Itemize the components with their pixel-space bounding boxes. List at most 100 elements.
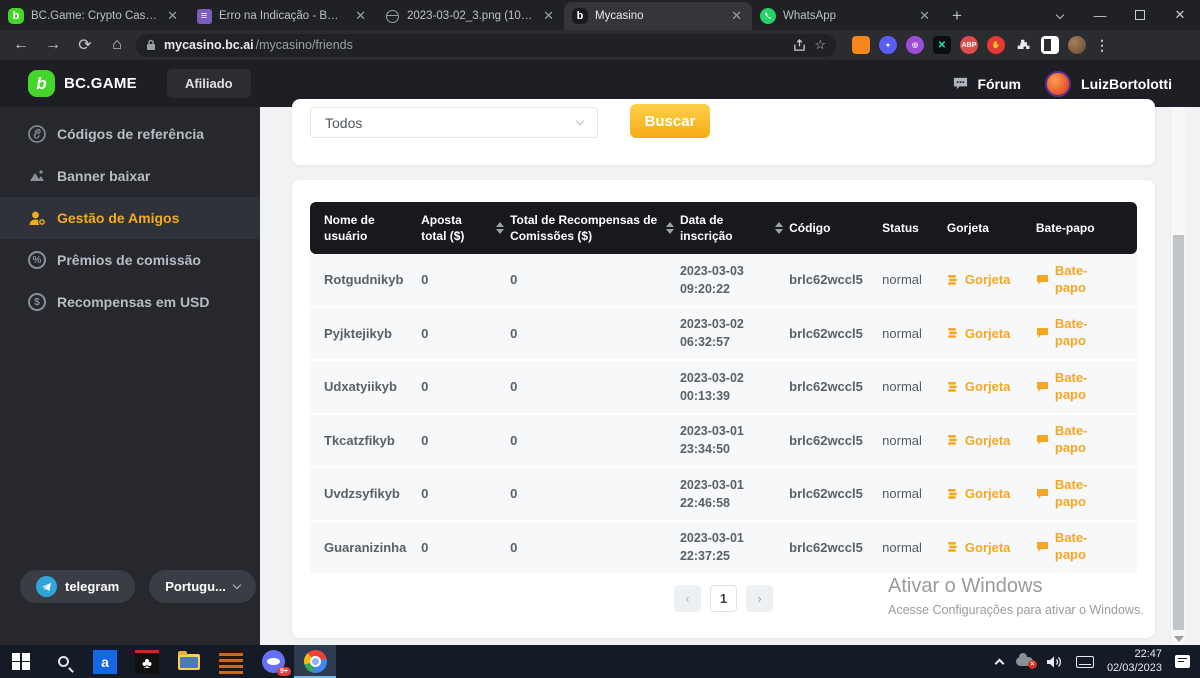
puzzle-icon[interactable] (1014, 36, 1032, 54)
sort-icon[interactable] (496, 222, 504, 234)
extensions-row: ● ◎ ✕ ABP ✋ ⋮ (852, 36, 1109, 54)
discord-icon[interactable]: 9+ (252, 645, 294, 678)
tip-button[interactable]: Gorjeta (947, 540, 1036, 555)
tip-button[interactable]: Gorjeta (947, 272, 1036, 287)
page-scrollbar[interactable] (1170, 107, 1185, 645)
close-tab-icon[interactable]: ✕ (353, 8, 368, 24)
reload-icon[interactable]: ⟳ (72, 32, 98, 58)
tab-mycasino-active[interactable]: b Mycasino ✕ (564, 2, 752, 30)
ghost-icon[interactable]: ● (879, 36, 897, 54)
sidebar-icon[interactable] (1041, 36, 1059, 54)
sync-error-icon[interactable]: × (1016, 657, 1033, 666)
amd-icon[interactable]: a (84, 645, 126, 678)
close-tab-icon[interactable]: ✕ (541, 8, 556, 24)
forum-link[interactable]: Fórum (952, 76, 1021, 92)
lock-icon (146, 39, 156, 51)
tab-bcgame-casino[interactable]: b BC.Game: Crypto Casino Gam ✕ (0, 2, 188, 30)
pagination-next-icon[interactable]: › (746, 585, 773, 612)
minimize-button[interactable]: — (1080, 0, 1120, 30)
stop-hand-icon[interactable]: ✋ (987, 36, 1005, 54)
back-icon[interactable]: ← (8, 32, 34, 58)
chat-button[interactable]: Bate-papo (1036, 263, 1133, 297)
sidebar-item-recompensas-em-usd[interactable]: $ Recompensas em USD (0, 281, 260, 323)
table-row: Uvdzsyfikyb 0 0 2023-03-0122:46:58 brlc6… (310, 468, 1137, 522)
sidebar-item-banner-baixar[interactable]: Banner baixar (0, 155, 260, 197)
chrome-icon[interactable] (294, 645, 336, 678)
keyboard-icon[interactable] (1076, 656, 1094, 668)
sort-icon[interactable] (666, 222, 674, 234)
chat-button[interactable]: Bate-papo (1036, 316, 1133, 350)
tray-time: 22:47 (1107, 648, 1162, 662)
purple-orb-icon[interactable]: ◎ (906, 36, 924, 54)
tab-search-icon[interactable] (1040, 0, 1080, 30)
close-tab-icon[interactable]: ✕ (917, 8, 932, 24)
address-bar[interactable]: mycasino.bc.ai/mycasino/friends ☆ (136, 34, 836, 57)
search-button[interactable]: Buscar (630, 104, 710, 138)
bcgame-logo[interactable]: b BC.GAME (28, 70, 137, 97)
column-header-signup-date[interactable]: Data de inscrição (680, 212, 789, 244)
tip-button[interactable]: Gorjeta (947, 486, 1036, 501)
maximize-button[interactable] (1120, 0, 1160, 30)
chat-button[interactable]: Bate-papo (1036, 477, 1133, 511)
sidebar-item-gestao-de-amigos[interactable]: Gestão de Amigos (0, 197, 260, 239)
username-label[interactable]: LuizBortolotti (1081, 76, 1172, 92)
browser-toolbar: ← → ⟳ ⌂ mycasino.bc.ai/mycasino/friends … (0, 30, 1200, 60)
tip-button[interactable]: Gorjeta (947, 433, 1036, 448)
poker-icon[interactable]: ♣ (126, 645, 168, 678)
chat-button[interactable]: Bate-papo (1036, 530, 1133, 564)
pagination-current-page[interactable]: 1 (710, 585, 737, 612)
user-avatar[interactable] (1045, 71, 1071, 97)
menu-dots-icon[interactable]: ⋮ (1095, 37, 1109, 54)
cell-username: Udxatyiikyb (324, 379, 421, 394)
forward-icon[interactable]: → (40, 32, 66, 58)
cell-time: 22:37:25 (680, 547, 789, 565)
chat-button[interactable]: Bate-papo (1036, 423, 1133, 457)
cell-date: 2023-03-01 (680, 476, 789, 494)
tip-button[interactable]: Gorjeta (947, 379, 1036, 394)
game-icon[interactable] (210, 645, 252, 678)
pagination-prev-icon[interactable]: ‹ (674, 585, 701, 612)
sort-icon[interactable] (775, 222, 783, 234)
sidebar-item-codigos-de-referencia[interactable]: Códigos de referência (0, 113, 260, 155)
language-selector[interactable]: Portugu... (149, 570, 256, 603)
table-row: Rotgudnikyb 0 0 2023-03-0309:20:22 brlc6… (310, 254, 1137, 308)
new-tab-button[interactable]: + (940, 6, 974, 30)
profile-avatar[interactable] (1068, 36, 1086, 54)
notification-center-icon[interactable] (1175, 655, 1190, 668)
explorer-icon[interactable] (168, 645, 210, 678)
cell-code: brlc62wccl5 (789, 326, 882, 341)
start-icon[interactable] (0, 645, 42, 678)
close-window-button[interactable]: ✕ (1160, 0, 1200, 30)
chat-button[interactable]: Bate-papo (1036, 370, 1133, 404)
bookmark-star-icon[interactable]: ☆ (814, 37, 826, 53)
sidebar-item-label: Recompensas em USD (57, 294, 210, 310)
sidebar-item-premios-de-comissao[interactable]: % Prêmios de comissão (0, 239, 260, 281)
tip-button[interactable]: Gorjeta (947, 326, 1036, 341)
column-header-bet-total[interactable]: Aposta total ($) (421, 212, 510, 244)
nav-tab-afiliado[interactable]: Afiliado (167, 69, 251, 98)
scrollbar-down-arrow-icon[interactable] (1174, 636, 1184, 642)
exchange-icon[interactable]: ✕ (933, 36, 951, 54)
metamask-icon[interactable] (852, 36, 870, 54)
share-icon[interactable] (793, 39, 806, 52)
cell-username: Rotgudnikyb (324, 272, 421, 287)
tab-title: BC.Game: Crypto Casino Gam (31, 10, 158, 22)
filter-select[interactable]: Todos (310, 107, 598, 138)
close-tab-icon[interactable]: ✕ (165, 8, 180, 24)
tab-erro-indicacao[interactable]: ≡ Erro na Indicação - BC.Game ✕ (188, 2, 376, 30)
chat-bubble-icon (1036, 381, 1049, 393)
tab-png-image[interactable]: 2023-03-02_3.png (1024×76 ✕ (376, 2, 564, 30)
column-header-commission-total[interactable]: Total de Recompensas de Comissões ($) (510, 212, 680, 244)
cell-time: 00:13:39 (680, 387, 789, 405)
adblock-icon[interactable]: ABP (960, 36, 978, 54)
home-icon[interactable]: ⌂ (104, 32, 130, 58)
sidebar-item-label: Prêmios de comissão (57, 252, 201, 268)
clock[interactable]: 22:47 02/03/2023 (1107, 648, 1162, 676)
tab-whatsapp[interactable]: WhatsApp ✕ (752, 2, 940, 30)
telegram-button[interactable]: telegram (20, 570, 135, 603)
volume-icon[interactable] (1046, 655, 1063, 669)
tray-expand-icon[interactable] (994, 658, 1004, 668)
close-tab-icon[interactable]: ✕ (729, 8, 744, 24)
scrollbar-thumb[interactable] (1173, 235, 1184, 630)
search-icon[interactable] (42, 645, 84, 678)
